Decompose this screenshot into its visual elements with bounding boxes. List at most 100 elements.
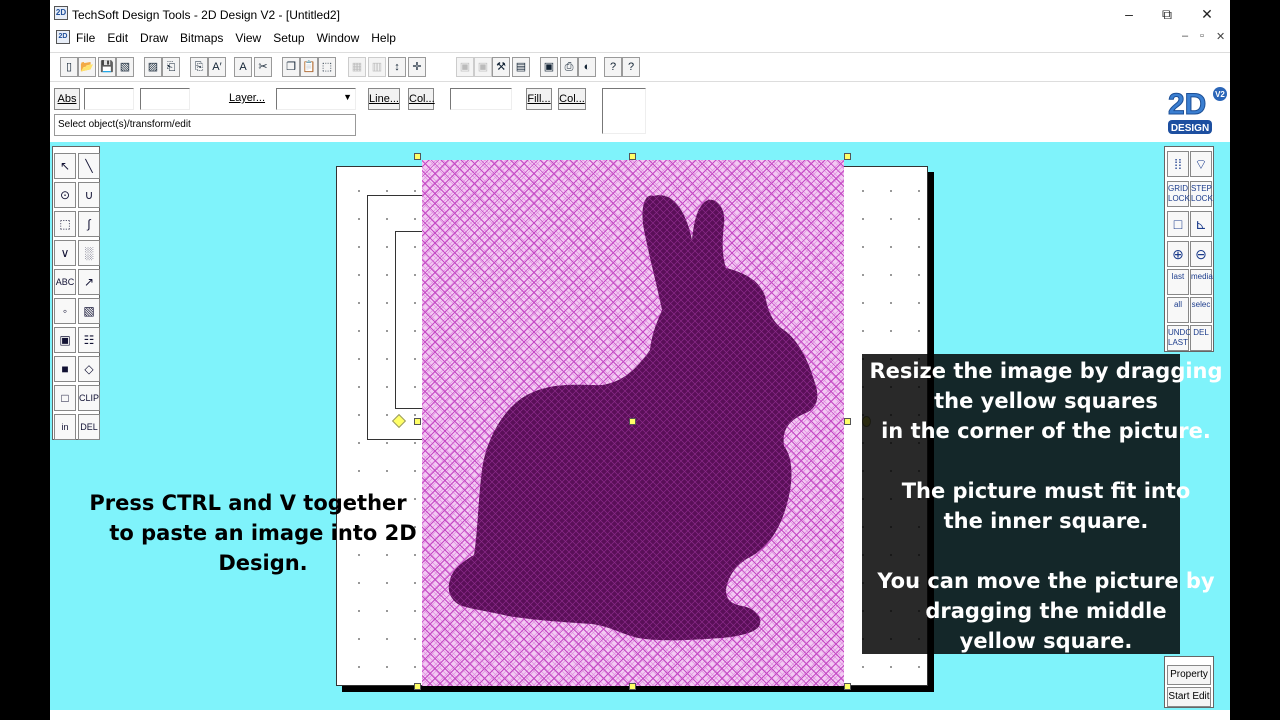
menu-setup[interactable]: Setup [273, 31, 304, 45]
move-handle-center[interactable] [629, 418, 636, 425]
align-icon[interactable]: ▣ [456, 57, 474, 77]
minimize-button[interactable]: – [1114, 4, 1144, 24]
palette-icon[interactable]: ◐ [578, 57, 596, 77]
doc-close-button[interactable]: ✕ [1216, 30, 1225, 43]
rectangle-icon[interactable]: ⬚ [54, 211, 76, 237]
zoom-media-button[interactable]: media [1190, 269, 1213, 295]
paste-icon[interactable]: 📋 [300, 57, 318, 77]
points-icon[interactable]: ◦ [54, 298, 76, 324]
dimension-icon[interactable]: ↗ [78, 269, 100, 295]
insert-icon[interactable]: in [54, 414, 76, 440]
frame-icon[interactable]: □ [54, 385, 76, 411]
delete-icon[interactable]: DEL [78, 414, 100, 440]
menu-help[interactable]: Help [371, 31, 396, 45]
line-color-button[interactable]: Col... [408, 88, 435, 110]
save-icon[interactable]: 💾 [98, 57, 116, 77]
horizontal-scrollbar[interactable] [50, 710, 1230, 720]
undo-last-button[interactable]: UNDO LAST [1167, 325, 1192, 351]
step-lock-button[interactable]: STEP LOCK [1190, 181, 1213, 207]
array-icon[interactable]: ▣ [54, 327, 76, 353]
close-button[interactable]: ✕ [1192, 4, 1222, 24]
erase-icon[interactable]: ◇ [78, 356, 100, 382]
move-icon[interactable]: ✛ [408, 57, 426, 77]
trim-icon[interactable]: ▧ [78, 298, 100, 324]
cut-icon[interactable]: ✂ [254, 57, 272, 77]
zoom-selection-button[interactable]: selec [1190, 297, 1212, 323]
layer-select[interactable]: ▼ [276, 88, 356, 110]
resize-handle-top[interactable] [629, 153, 636, 160]
delete-last-button[interactable]: DEL [1190, 325, 1212, 351]
arc-icon[interactable]: ∪ [78, 182, 100, 208]
grid-lock-button[interactable]: GRID LOCK [1167, 181, 1190, 207]
resize-handle-right[interactable] [844, 418, 851, 425]
select-icon[interactable]: ⬚ [318, 57, 336, 77]
instruction-line6: You can move the picture by [877, 569, 1215, 593]
x-coord-field[interactable] [84, 88, 134, 110]
resize-handle-bottom[interactable] [629, 683, 636, 690]
export-icon[interactable]: ⎘ [190, 57, 208, 77]
resize-handle-bottom-left[interactable] [414, 683, 421, 690]
menu-bitmaps[interactable]: Bitmaps [180, 31, 223, 45]
ungroup-icon[interactable]: ▥ [368, 57, 386, 77]
resize-handle-top-right[interactable] [844, 153, 851, 160]
flip-icon[interactable]: ▤ [512, 57, 530, 77]
help-icon[interactable]: ? [622, 57, 640, 77]
zoom-last-button[interactable]: last [1167, 269, 1189, 295]
doc-restore-button[interactable]: ▫ [1200, 30, 1204, 42]
transform-icon[interactable]: ↕ [388, 57, 406, 77]
text-style-icon[interactable]: A′ [208, 57, 226, 77]
menu-draw[interactable]: Draw [140, 31, 168, 45]
edit-panel: Property Start Edit [1164, 656, 1214, 708]
document-icon[interactable]: 2D [56, 30, 70, 44]
zoom-out-icon[interactable]: ⊖ [1190, 241, 1212, 267]
axis-icon[interactable]: ⊾ [1190, 211, 1212, 237]
zoom-all-button[interactable]: all [1167, 297, 1189, 323]
open-icon[interactable]: 📂 [78, 57, 96, 77]
menu-window[interactable]: Window [317, 31, 360, 45]
arrange-icon[interactable]: ▣ [474, 57, 492, 77]
import-icon[interactable]: ⎗ [162, 57, 180, 77]
menu-file[interactable]: File [76, 31, 95, 45]
new-icon[interactable]: ▯ [60, 57, 78, 77]
zoom-box-icon[interactable]: ⚒ [492, 57, 510, 77]
clip-icon[interactable]: CLIP [78, 385, 100, 411]
window-icon[interactable]: ▣ [540, 57, 558, 77]
fill-button[interactable]: Fill... [526, 88, 552, 110]
square-icon[interactable]: □ [1167, 211, 1189, 237]
color-fill-icon[interactable]: ■ [54, 356, 76, 382]
grid-dots-icon[interactable]: ⁞⁞ [1167, 151, 1189, 177]
start-edit-button[interactable]: Start Edit [1167, 687, 1211, 707]
group-icon[interactable]: ▦ [348, 57, 366, 77]
printer-icon[interactable]: ⎙ [560, 57, 578, 77]
zoom-in-icon[interactable]: ⊕ [1167, 241, 1189, 267]
line-icon[interactable]: ╲ [78, 153, 100, 179]
text-icon[interactable]: ABC [54, 269, 76, 295]
select-arrow-icon[interactable]: ↖ [54, 153, 76, 179]
resize-handle-left[interactable] [414, 418, 421, 425]
curve-icon[interactable]: ∫ [78, 211, 100, 237]
doc-minimize-button[interactable]: – [1182, 30, 1188, 42]
print-setup-icon[interactable]: ▧ [116, 57, 134, 77]
hatch-icon[interactable]: ░ [78, 240, 100, 266]
save-as-icon[interactable]: ▨ [144, 57, 162, 77]
resize-handle-top-left[interactable] [414, 153, 421, 160]
line-button[interactable]: Line... [368, 88, 400, 110]
resize-handle-bottom-right[interactable] [844, 683, 851, 690]
copy-icon[interactable]: ❐ [282, 57, 300, 77]
fan-icon[interactable]: ⌔ [1190, 151, 1212, 177]
layer-button[interactable]: Layer... [226, 88, 268, 110]
circle-icon[interactable]: ⊙ [54, 182, 76, 208]
abs-button[interactable]: Abs [54, 88, 80, 110]
fill-color-button[interactable]: Col... [558, 88, 586, 110]
library-icon[interactable]: ☷ [78, 327, 100, 353]
context-help-icon[interactable]: ? [604, 57, 622, 77]
menu-edit[interactable]: Edit [107, 31, 128, 45]
restore-button[interactable]: ⧉ [1152, 4, 1182, 24]
menu-view[interactable]: View [235, 31, 261, 45]
property-button[interactable]: Property [1167, 665, 1211, 685]
y-coord-field[interactable] [140, 88, 190, 110]
text-outline-icon[interactable]: A [234, 57, 252, 77]
line-style-field[interactable] [450, 88, 512, 110]
fillet-icon[interactable]: ∨ [54, 240, 76, 266]
fill-preview[interactable] [602, 88, 646, 134]
